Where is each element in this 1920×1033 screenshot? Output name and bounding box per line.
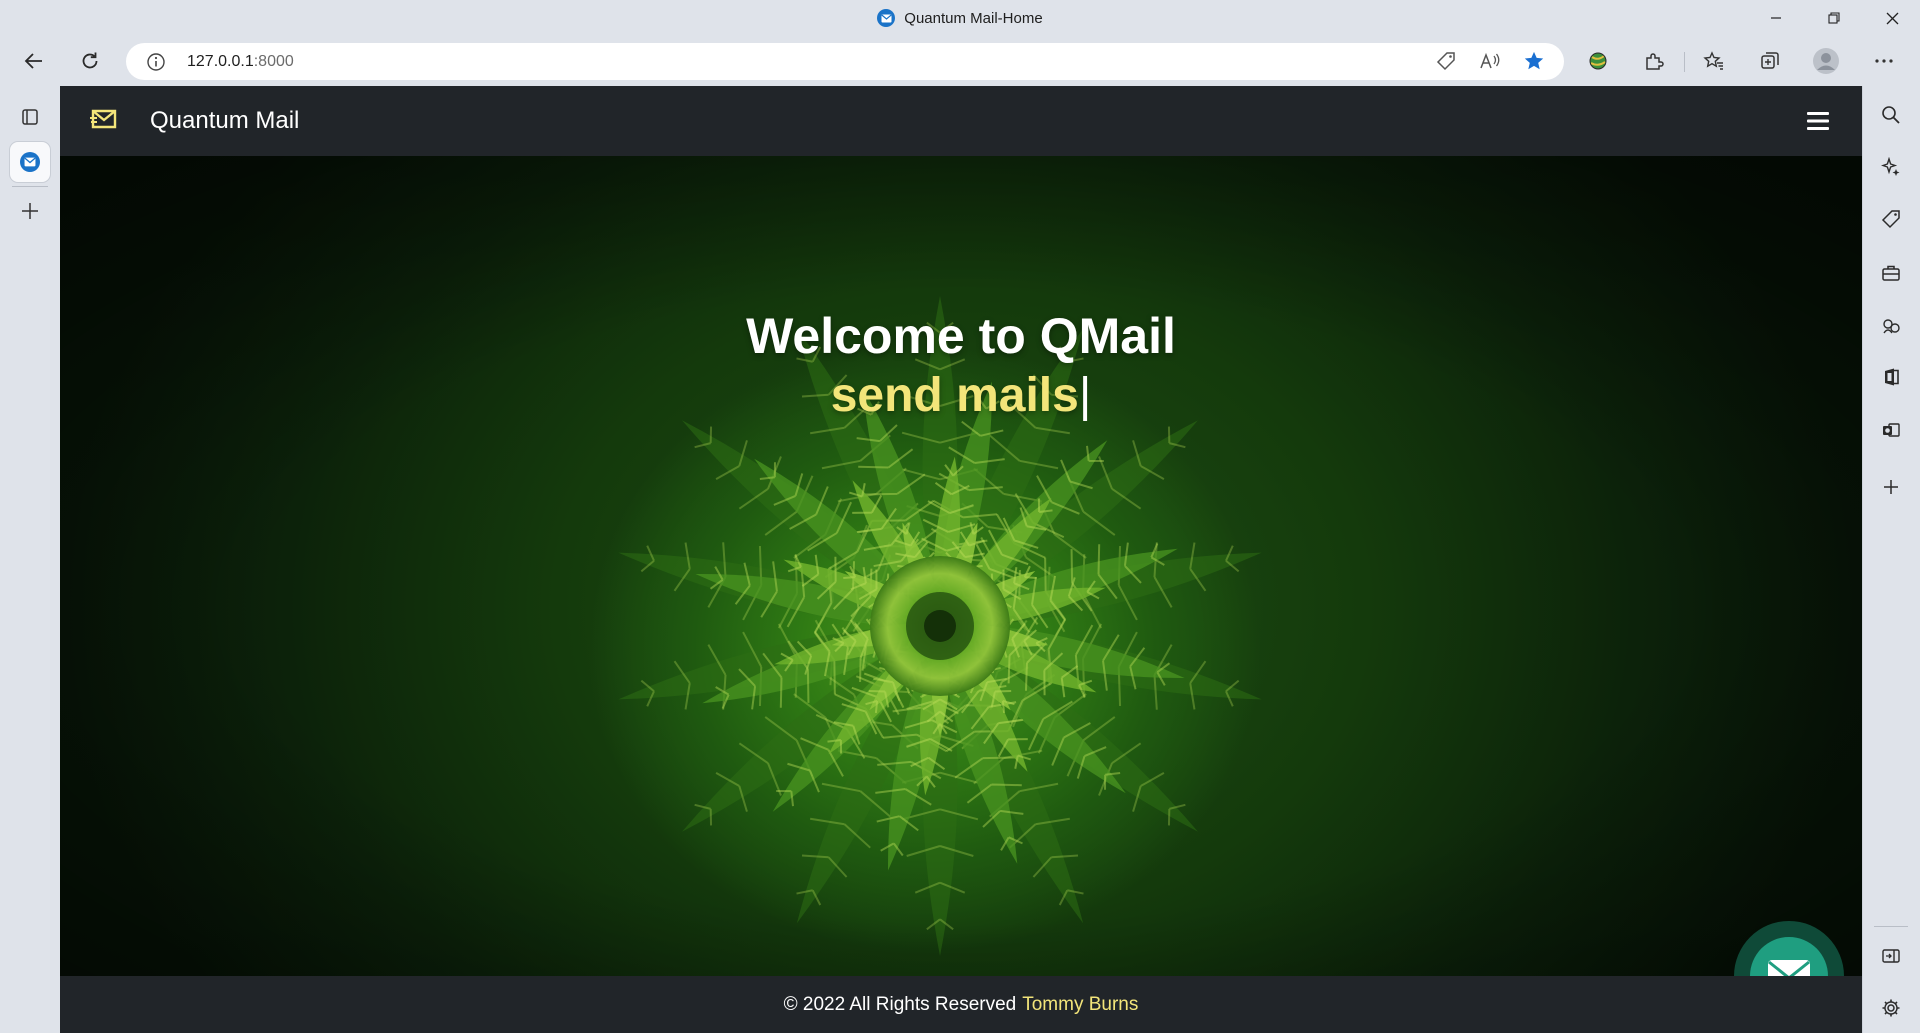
shopping-tag-icon[interactable] — [1872, 200, 1910, 238]
outlook-icon[interactable] — [1872, 411, 1910, 449]
footer-author-link[interactable]: Tommy Burns — [1022, 994, 1138, 1016]
add-sidebar-app-icon[interactable] — [1872, 468, 1910, 506]
page-viewport: Quantum Mail Welcome to QMail send mails… — [60, 86, 1862, 1033]
tab-strip-divider — [12, 186, 48, 187]
read-aloud-icon[interactable] — [1472, 43, 1508, 79]
window-title: Quantum Mail-Home — [0, 0, 1920, 36]
site-info-icon[interactable] — [146, 52, 166, 72]
mail-tab-icon — [20, 152, 40, 172]
brand-mail-icon[interactable] — [90, 107, 118, 131]
back-button[interactable] — [16, 43, 52, 79]
close-window-button[interactable] — [1864, 0, 1920, 36]
address-bar[interactable] — [126, 43, 1564, 80]
collections-icon[interactable] — [1752, 43, 1788, 79]
mail-favicon-icon — [877, 9, 896, 27]
games-icon[interactable] — [1872, 307, 1910, 345]
profile-avatar[interactable] — [1808, 43, 1844, 79]
hero-title: Welcome to QMail — [746, 308, 1176, 364]
hero-section: Welcome to QMail send mails| — [60, 156, 1862, 976]
search-icon[interactable] — [1872, 96, 1910, 134]
tools-briefcase-icon[interactable] — [1872, 254, 1910, 292]
hero-typed-text: send mails — [830, 369, 1079, 422]
envelope-icon — [1768, 960, 1810, 976]
favorite-star-icon[interactable] — [1516, 43, 1552, 79]
compose-mail-fab-inner[interactable] — [1750, 937, 1828, 976]
new-tab-button[interactable] — [12, 193, 48, 229]
site-navbar: Quantum Mail — [60, 86, 1862, 156]
url-text[interactable]: 127.0.0.1:8000 — [187, 52, 294, 72]
footer-copyright: © 2022 All Rights Reserved — [783, 993, 1017, 1015]
refresh-button[interactable] — [72, 43, 108, 79]
hero-subtitle-line: send mails| — [60, 366, 1862, 426]
extensions-puzzle-icon[interactable] — [1636, 43, 1672, 79]
hide-sidebar-icon[interactable] — [1872, 937, 1910, 975]
tag-icon[interactable] — [1428, 43, 1464, 79]
fern-background-image — [60, 156, 1862, 976]
restore-button[interactable] — [1806, 0, 1862, 36]
brand-name[interactable]: Quantum Mail — [150, 107, 299, 135]
hamburger-menu-icon[interactable] — [1806, 110, 1830, 132]
typing-cursor: | — [1078, 369, 1092, 422]
copilot-sparkle-icon[interactable] — [1872, 148, 1910, 186]
more-options-icon[interactable] — [1866, 43, 1902, 79]
minimize-button[interactable] — [1748, 0, 1804, 36]
tab-actions-icon[interactable] — [12, 99, 48, 135]
favorites-icon[interactable] — [1696, 43, 1732, 79]
toolbar-divider — [1684, 52, 1685, 72]
sidebar-settings-gear-icon[interactable] — [1872, 989, 1910, 1027]
extension-globe-icon[interactable] — [1580, 43, 1616, 79]
site-footer: © 2022 All Rights Reserved Tommy Burns — [60, 976, 1862, 1033]
office-icon[interactable] — [1872, 358, 1910, 396]
active-tab[interactable] — [10, 142, 50, 182]
sidebar-divider — [1874, 926, 1908, 927]
window-title-text: Quantum Mail-Home — [904, 9, 1043, 27]
